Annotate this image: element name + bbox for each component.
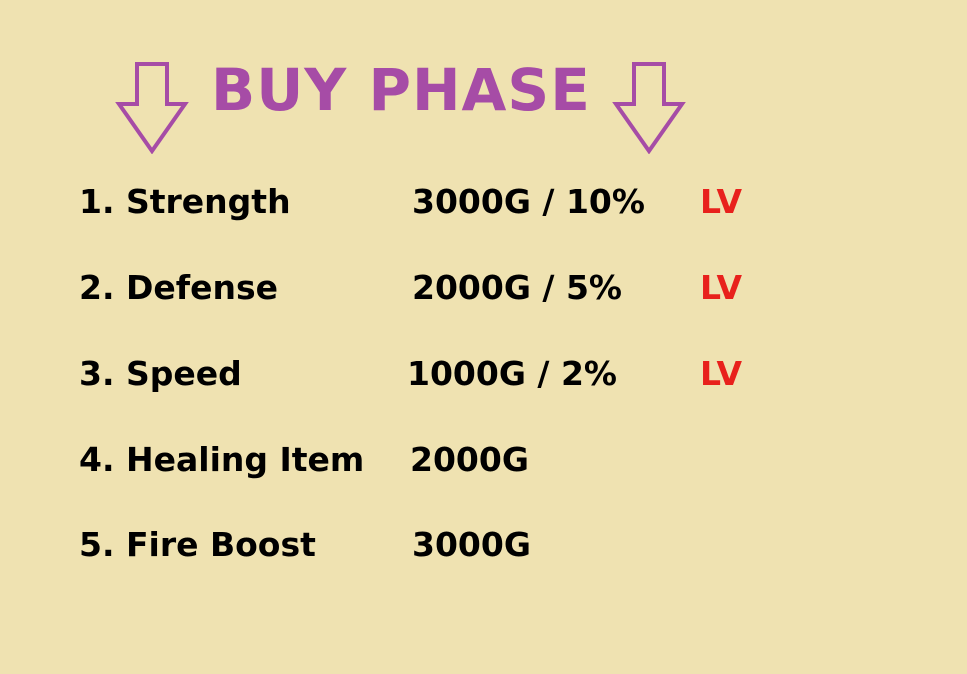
item-price: 3000G / 10%: [412, 182, 645, 221]
item-level: LV: [700, 182, 743, 221]
item-name: 3. Speed: [79, 354, 242, 393]
shop-item-healing-item[interactable]: 4. Healing Item 2000G: [0, 435, 967, 485]
item-name: 4. Healing Item: [79, 440, 365, 479]
item-name: 5. Fire Boost: [79, 525, 316, 564]
page-title: BUY PHASE: [211, 56, 591, 124]
item-level: LV: [700, 268, 743, 307]
item-price: 2000G: [410, 440, 529, 479]
item-price: 3000G: [412, 525, 531, 564]
shop-item-fire-boost[interactable]: 5. Fire Boost 3000G: [0, 520, 967, 570]
arrow-down-icon: [115, 62, 189, 154]
arrow-down-icon: [612, 62, 686, 154]
item-price: 1000G / 2%: [407, 354, 617, 393]
item-level: LV: [700, 354, 743, 393]
item-name: 2. Defense: [79, 268, 279, 307]
item-price: 2000G / 5%: [412, 268, 622, 307]
item-name: 1. Strength: [79, 182, 291, 221]
shop-item-strength[interactable]: 1. Strength 3000G / 10% LV: [0, 177, 967, 227]
shop-item-speed[interactable]: 3. Speed 1000G / 2% LV: [0, 349, 967, 399]
shop-item-defense[interactable]: 2. Defense 2000G / 5% LV: [0, 263, 967, 313]
